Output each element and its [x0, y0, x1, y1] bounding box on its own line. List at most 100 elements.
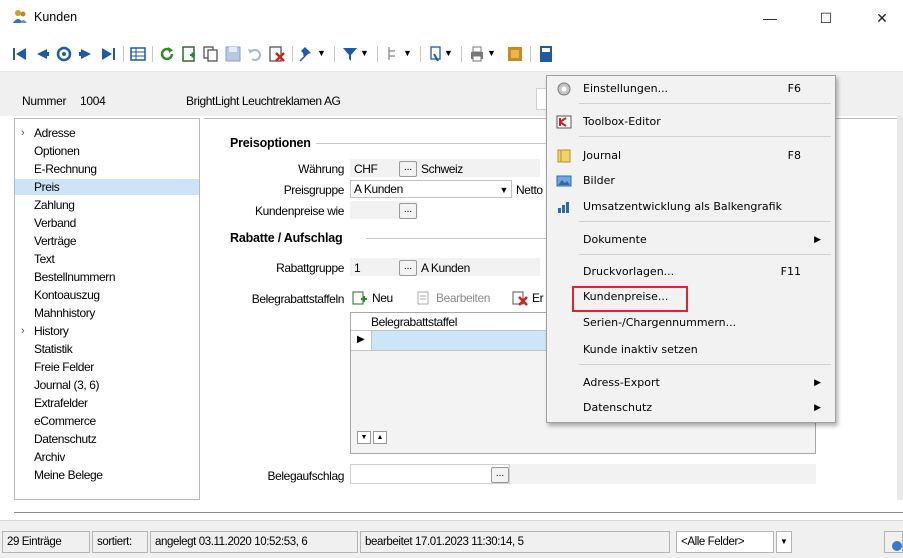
preisgruppe-select[interactable]: A Kunden ▼ [350, 180, 512, 198]
menu-item-kunde-inaktiv[interactable]: Kunde inaktiv setzen [547, 340, 835, 360]
field-filter-select[interactable]: <Alle Felder> [676, 531, 774, 553]
grid-scroll-down-icon[interactable]: ▼ [357, 431, 371, 444]
sidebar-item-freie-felder[interactable]: Freie Felder [15, 359, 199, 375]
sidebar-item-e-rechnung[interactable]: E-Rechnung [15, 161, 199, 177]
notes-icon[interactable] [505, 44, 525, 64]
menu-item-datenschutz[interactable]: Datenschutz ▶ [547, 398, 835, 418]
menu-item-bilder[interactable]: Bilder [547, 171, 835, 191]
sidebar-item-kontoauszug[interactable]: Kontoauszug [15, 287, 199, 303]
rabattgruppe-value[interactable]: 1 [354, 261, 361, 275]
menu-item-einstellungen[interactable]: Einstellungen... F6 [547, 79, 835, 99]
tree-dropdown-icon[interactable]: ▼ [403, 48, 415, 68]
sidebar-item-history[interactable]: › History [15, 323, 199, 339]
sidebar-item-adresse[interactable]: › Adresse [15, 125, 199, 141]
menu-item-journal[interactable]: Journal F8 [547, 146, 835, 166]
delete-row-icon[interactable] [512, 290, 528, 306]
rabattgruppe-label: Rabattgruppe [276, 261, 344, 275]
menu-item-label: Kunde inaktiv setzen [583, 343, 698, 356]
customers-app-icon [12, 8, 28, 24]
sidebar-item-journal-3-6[interactable]: Journal (3, 6) [15, 377, 199, 393]
table-view-icon[interactable] [128, 44, 148, 64]
menu-item-umsatzentwicklung[interactable]: Umsatzentwicklung als Balkengrafik [547, 197, 835, 217]
delete-record-icon[interactable] [267, 44, 287, 64]
sidebar-item-label: Text [34, 252, 55, 266]
menu-item-toolbox-editor[interactable]: Toolbox-Editor [547, 112, 835, 132]
search-record-icon[interactable] [54, 44, 74, 64]
submenu-arrow-icon: ▶ [814, 403, 821, 413]
panel-scrollbar[interactable] [897, 116, 903, 500]
sidebar-item-zahlung[interactable]: Zahlung [15, 197, 199, 213]
grid-edit-button[interactable]: Bearbeiten [436, 291, 490, 305]
add-row-icon[interactable] [352, 290, 368, 306]
sidebar-item-label: Journal (3, 6) [34, 378, 100, 392]
previous-record-icon[interactable] [32, 44, 52, 64]
menu-item-label: Dokumente [583, 233, 647, 246]
edit-row-icon[interactable] [416, 290, 432, 306]
menu-item-shortcut: F6 [787, 82, 801, 95]
menu-item-adress-export[interactable]: Adress-Export ▶ [547, 373, 835, 393]
sidebar-item-archiv[interactable]: Archiv [15, 449, 199, 465]
field-filter-dropdown-icon[interactable]: ▼ [776, 531, 792, 553]
save-icon[interactable] [223, 44, 243, 64]
edited-info: bearbeitet 17.01.2023 11:30:14, 5 [360, 531, 670, 553]
sidebar-item-extrafelder[interactable]: Extrafelder [15, 395, 199, 411]
waehrung-lookup-button[interactable]: ... [399, 161, 417, 177]
waehrung-value[interactable]: CHF [354, 162, 378, 176]
sidebar-item-statistik[interactable]: Statistik [15, 341, 199, 357]
filter-icon[interactable] [340, 44, 360, 64]
print-icon[interactable] [467, 44, 487, 64]
refresh-icon[interactable] [157, 44, 177, 64]
chevron-down-icon: ▼ [499, 185, 508, 195]
sidebar-item-mahnhistory[interactable]: Mahnhistory [15, 305, 199, 321]
sidebar-item-optionen[interactable]: Optionen [15, 143, 199, 159]
undo-icon[interactable] [245, 44, 265, 64]
belegaufschlag-input[interactable] [350, 464, 510, 484]
menu-item-label: Adress-Export [583, 376, 660, 389]
sidebar-item-verträge[interactable]: Verträge [15, 233, 199, 249]
belegrabattstaffeln-label: Belegrabattstaffeln [251, 292, 345, 306]
sidebar-item-verband[interactable]: Verband [15, 215, 199, 231]
sidebar-item-label: Extrafelder [34, 396, 88, 410]
belegaufschlag-lookup-button[interactable]: ... [491, 467, 509, 483]
tree-icon[interactable] [383, 44, 403, 64]
status-info-icon [884, 531, 903, 553]
pin-icon[interactable] [297, 44, 317, 64]
last-record-icon[interactable] [98, 44, 118, 64]
extras-dropdown-icon[interactable]: ▼ [444, 48, 456, 68]
expand-chevron-icon[interactable]: › [21, 125, 25, 141]
sidebar-item-label: Zahlung [34, 198, 75, 212]
sidebar-item-ecommerce[interactable]: eCommerce [15, 413, 199, 429]
menu-item-label: Serien-/Chargennummern... [583, 316, 737, 329]
sidebar-item-meine-belege[interactable]: Meine Belege [15, 467, 199, 483]
grid-new-button[interactable]: Neu [372, 291, 393, 305]
menu-item-druckvorlagen[interactable]: Druckvorlagen... F11 [547, 262, 835, 282]
sidebar-item-label: History [34, 324, 69, 338]
maximize-button[interactable]: ☐ [804, 4, 848, 32]
sidebar-item-bestellnummern[interactable]: Bestellnummern [15, 269, 199, 285]
menu-item-dokumente[interactable]: Dokumente ▶ [547, 230, 835, 250]
close-button[interactable]: ✕ [860, 4, 903, 32]
number-value[interactable]: 1004 [80, 94, 106, 108]
menu-item-serien-chargennummern[interactable]: Serien-/Chargennummern... [547, 313, 835, 333]
rabattgruppe-name: A Kunden [421, 261, 470, 275]
expand-chevron-icon[interactable]: › [21, 323, 25, 339]
kundenpreise-lookup-button[interactable]: ... [399, 203, 417, 219]
print-dropdown-icon[interactable]: ▼ [487, 48, 499, 68]
first-record-icon[interactable] [10, 44, 30, 64]
sidebar-item-label: Meine Belege [34, 468, 103, 482]
sidebar-item-preis[interactable]: Preis [15, 179, 199, 195]
minimize-button[interactable]: — [748, 4, 792, 32]
grid-column-header[interactable]: Belegrabattstaffel [371, 315, 457, 329]
grid-delete-button[interactable]: Er [532, 291, 544, 305]
grid-scroll-up-icon[interactable]: ▲ [373, 431, 387, 444]
sidebar-item-text[interactable]: Text [15, 251, 199, 267]
next-record-icon[interactable] [76, 44, 96, 64]
rabattgruppe-lookup-button[interactable]: ... [399, 260, 417, 276]
calculator-icon[interactable] [536, 44, 556, 64]
filter-dropdown-icon[interactable]: ▼ [360, 48, 372, 68]
sidebar-item-datenschutz[interactable]: Datenschutz [15, 431, 199, 447]
extras-icon[interactable] [426, 44, 446, 64]
pin-dropdown-icon[interactable]: ▼ [317, 48, 329, 68]
new-record-icon[interactable] [179, 44, 199, 64]
copy-record-icon[interactable] [201, 44, 221, 64]
